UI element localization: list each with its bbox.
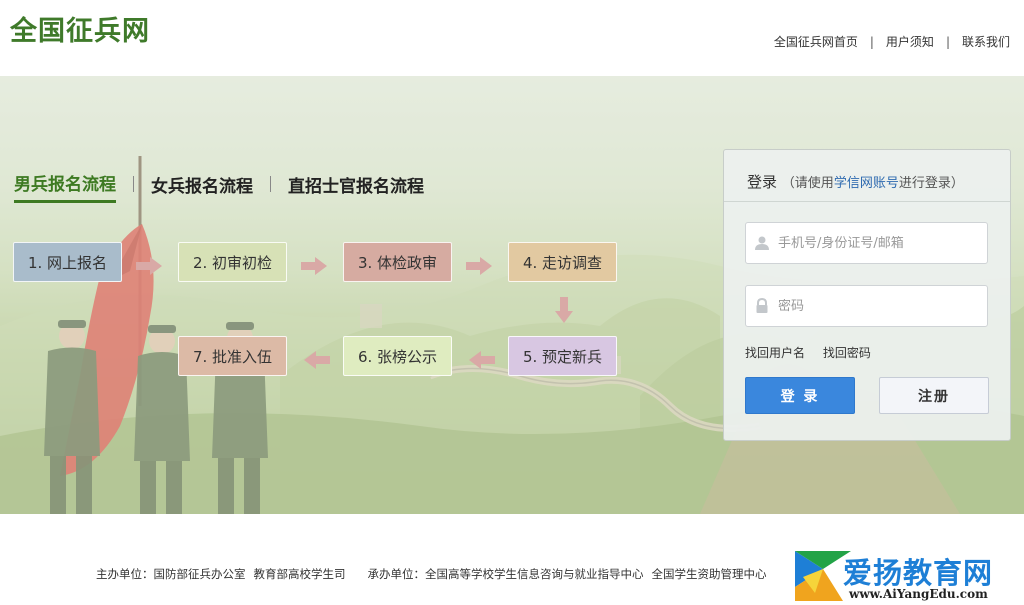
top-nav: 全国征兵网首页 | 用户须知 | 联系我们 xyxy=(774,33,1010,50)
nav-contact-link[interactable]: 联系我们 xyxy=(962,33,1010,50)
step-approve-enlistment[interactable]: 7. 批准入伍 xyxy=(178,336,287,376)
step-online-registration[interactable]: 1. 网上报名 xyxy=(13,242,122,282)
arrow-left-icon xyxy=(469,351,495,369)
footer-host: 主办单位：国防部征兵办公室 xyxy=(96,567,246,581)
login-hint-prefix: （请使用 xyxy=(781,176,834,191)
username-field[interactable] xyxy=(745,222,988,264)
nav-user-notice-link[interactable]: 用户须知 xyxy=(886,33,934,50)
login-hint-suffix: 进行登录） xyxy=(898,176,964,191)
footer-host-2: 教育部高校学生司 xyxy=(253,567,346,581)
step-preliminary-check[interactable]: 2. 初审初检 xyxy=(178,242,287,282)
step-public-notice[interactable]: 6. 张榜公示 xyxy=(343,336,452,376)
tab-divider xyxy=(133,176,134,192)
site-header: 全国征兵网 全国征兵网首页 | 用户须知 | 联系我们 xyxy=(0,0,1024,76)
footer-organizer-2: 全国学生资助管理中心 xyxy=(651,567,767,581)
tab-nco-registration[interactable]: 直招士官报名流程 xyxy=(288,172,424,202)
footer-organizer: 承办单位：全国高等学校学生信息咨询与就业指导中心 xyxy=(367,567,644,581)
password-field[interactable] xyxy=(745,285,988,327)
recovery-links: 找回用户名 找回密码 xyxy=(745,344,885,361)
register-button[interactable]: 注册 xyxy=(879,377,989,414)
arrow-down-icon xyxy=(555,297,573,323)
username-input[interactable] xyxy=(778,235,978,251)
find-username-link[interactable]: 找回用户名 xyxy=(745,346,805,360)
nav-home-link[interactable]: 全国征兵网首页 xyxy=(774,33,858,50)
login-heading: 登录 xyxy=(747,173,778,191)
arrow-right-icon xyxy=(136,257,162,275)
arrow-left-icon xyxy=(304,351,330,369)
login-button[interactable]: 登 录 xyxy=(745,377,855,414)
site-logo[interactable]: 全国征兵网 xyxy=(10,9,150,48)
user-icon xyxy=(746,235,778,251)
nav-separator: | xyxy=(945,34,950,49)
footer-info: 主办单位：国防部征兵办公室 教育部高校学生司 承办单位：全国高等学校学生信息咨询与就… xyxy=(96,566,767,582)
password-input[interactable] xyxy=(778,298,978,314)
arrow-right-icon xyxy=(301,257,327,275)
watermark-text: 爱扬教育网 xyxy=(843,556,994,590)
lock-icon xyxy=(746,298,778,314)
login-panel: 登录 （请使用学信网账号进行登录） 找回用户名 找回密码 登 录 注册 xyxy=(723,149,1011,441)
nav-separator: | xyxy=(869,34,874,49)
arrow-right-icon xyxy=(466,257,492,275)
step-home-visit[interactable]: 4. 走访调查 xyxy=(508,242,617,282)
chsi-account-link[interactable]: 学信网账号 xyxy=(834,176,899,191)
registration-tabs: 男兵报名流程 女兵报名流程 直招士官报名流程 xyxy=(14,170,424,203)
hero-banner: 男兵报名流程 女兵报名流程 直招士官报名流程 1. 网上报名 2. 初审初检 3… xyxy=(0,76,1024,514)
tab-female-registration[interactable]: 女兵报名流程 xyxy=(151,172,253,202)
step-pre-select-recruit[interactable]: 5. 预定新兵 xyxy=(508,336,617,376)
watermark-url: www.AiYangEdu.com xyxy=(849,587,988,601)
step-physical-political-check[interactable]: 3. 体检政审 xyxy=(343,242,452,282)
watermark: 爱扬教育网 www.AiYangEdu.com xyxy=(793,547,1024,605)
login-divider xyxy=(724,201,1010,202)
login-title: 登录 （请使用学信网账号进行登录） xyxy=(747,171,964,192)
tab-divider xyxy=(270,176,271,192)
tab-male-registration[interactable]: 男兵报名流程 xyxy=(14,170,116,203)
find-password-link[interactable]: 找回密码 xyxy=(823,346,871,360)
